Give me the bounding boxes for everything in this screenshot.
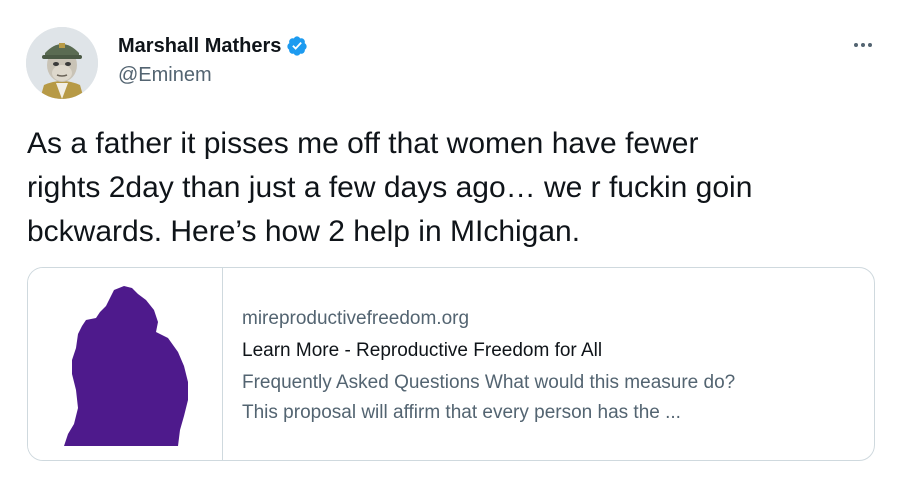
tweet-text: As a father it pisses me off that women … (27, 127, 753, 248)
tweet[interactable]: Marshall Mathers @Eminem As a father it … (0, 0, 898, 483)
verified-badge-icon (286, 35, 308, 57)
card-title: Learn More - Reproductive Freedom for Al… (242, 340, 603, 361)
author-name-row[interactable]: Marshall Mathers (118, 33, 308, 59)
michigan-map-image (64, 286, 188, 446)
more-horizontal-icon (854, 43, 858, 47)
card-description-line-2: This proposal will affirm that every per… (242, 402, 681, 423)
author-handle[interactable]: @Eminem (118, 64, 212, 87)
card-domain: mireproductivefreedom.org (242, 308, 470, 329)
card-description-line-1: Frequently Asked Questions What would th… (242, 372, 736, 393)
avatar[interactable] (26, 27, 98, 99)
card-body[interactable]: mireproductivefreedom.org Learn More - R… (242, 304, 862, 428)
ape-avatar-image (26, 27, 98, 99)
card-thumbnail[interactable] (28, 268, 223, 460)
more-options-button[interactable] (848, 32, 878, 58)
link-card[interactable]: mireproductivefreedom.org Learn More - R… (27, 267, 875, 461)
author-name[interactable]: Marshall Mathers (118, 35, 281, 58)
